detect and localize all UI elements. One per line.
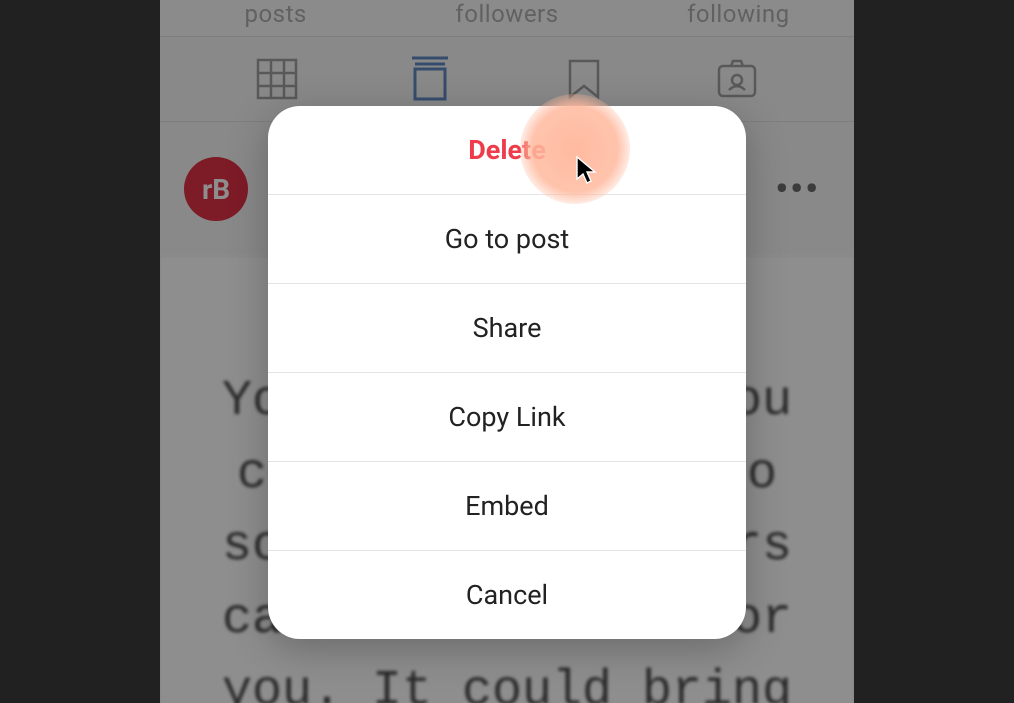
go-to-post-button[interactable]: Go to post [268, 195, 746, 284]
viewport: posts followers following rB ••• You nev… [0, 0, 1014, 703]
share-button[interactable]: Share [268, 284, 746, 373]
cancel-button[interactable]: Cancel [268, 551, 746, 639]
delete-button[interactable]: Delete [268, 106, 746, 195]
copy-link-button[interactable]: Copy Link [268, 373, 746, 462]
post-options-modal: Delete Go to post Share Copy Link Embed … [268, 106, 746, 639]
embed-button[interactable]: Embed [268, 462, 746, 551]
